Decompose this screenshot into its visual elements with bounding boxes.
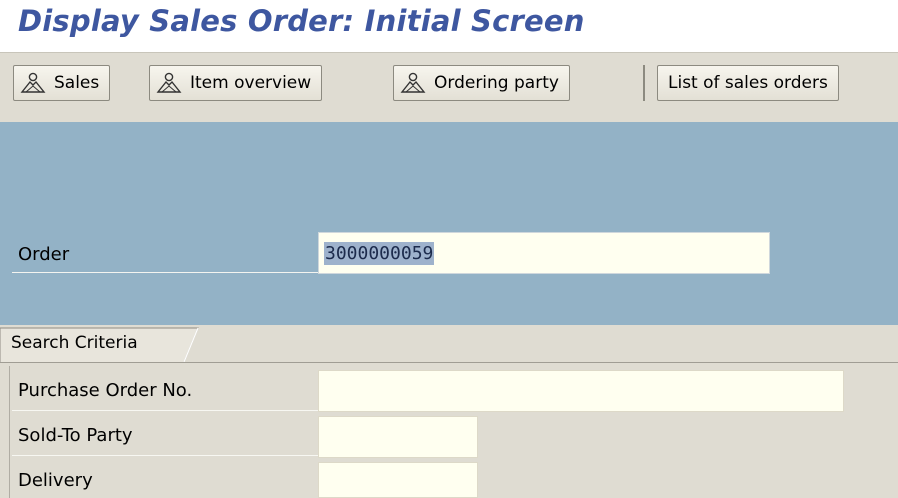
ordering-party-button[interactable]: Ordering party bbox=[393, 65, 570, 101]
order-label-underline bbox=[12, 272, 320, 273]
sold-to-party-label: Sold-To Party bbox=[18, 425, 133, 446]
title-bar: Display Sales Order: Initial Screen bbox=[0, 0, 898, 52]
sales-button[interactable]: Sales bbox=[13, 65, 111, 101]
order-label: Order bbox=[18, 244, 70, 265]
delivery-input[interactable] bbox=[318, 462, 478, 498]
sales-button-label: Sales bbox=[54, 73, 100, 93]
purchase-order-underline bbox=[12, 410, 318, 411]
purchase-order-input[interactable] bbox=[318, 370, 844, 412]
ordering-party-button-label: Ordering party bbox=[434, 73, 559, 93]
sold-to-party-underline bbox=[12, 455, 318, 456]
order-header-panel bbox=[0, 122, 898, 325]
list-of-sales-orders-button-label: List of sales orders bbox=[668, 73, 828, 93]
sap-window: Display Sales Order: Initial Screen Sale… bbox=[0, 0, 898, 498]
order-input-value: 3000000059 bbox=[324, 241, 435, 265]
application-toolbar: Sales Item overview Ordering party List … bbox=[0, 52, 898, 123]
list-of-sales-orders-button[interactable]: List of sales orders bbox=[657, 65, 839, 101]
item-overview-button-label: Item overview bbox=[190, 73, 312, 93]
page-title: Display Sales Order: Initial Screen bbox=[18, 4, 585, 38]
toolbar-separator bbox=[643, 65, 645, 101]
order-input[interactable]: 3000000059 bbox=[318, 232, 770, 274]
item-overview-button[interactable]: Item overview bbox=[149, 65, 323, 101]
delivery-label: Delivery bbox=[18, 470, 93, 491]
search-criteria-tab[interactable]: Search Criteria bbox=[11, 333, 138, 353]
person-icon bbox=[400, 72, 426, 94]
sold-to-party-input[interactable] bbox=[318, 416, 478, 458]
person-icon bbox=[156, 72, 182, 94]
person-icon bbox=[20, 72, 46, 94]
purchase-order-label: Purchase Order No. bbox=[18, 380, 193, 401]
